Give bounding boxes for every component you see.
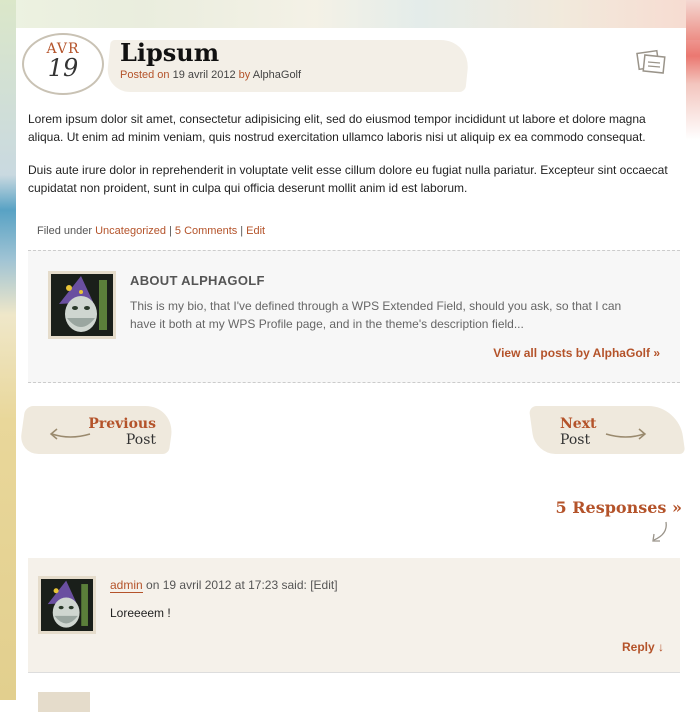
post-content: Lorem ipsum dolor sit amet, consectetur …: [28, 110, 678, 212]
wizard-avatar-icon: [51, 274, 113, 336]
posted-on-label: Posted on: [120, 69, 170, 81]
post-meta: Posted on 19 avril 2012 by AlphaGolf: [120, 69, 301, 81]
date-day: 19: [47, 54, 79, 82]
comment-edit-link[interactable]: [Edit]: [310, 578, 337, 592]
comment-item: admin on 19 avril 2012 at 17:23 said: [E…: [28, 558, 680, 673]
comment-text: Loreeeem !: [110, 606, 171, 620]
separator: |: [240, 225, 244, 237]
post-title[interactable]: Lipsum: [120, 38, 219, 67]
edit-link[interactable]: Edit: [246, 225, 265, 237]
post-author-link[interactable]: AlphaGolf: [253, 69, 301, 81]
category-link[interactable]: Uncategorized: [95, 225, 166, 237]
filed-under-label: Filed under: [37, 225, 93, 237]
author-bio: This is my bio, that I've defined throug…: [130, 299, 622, 331]
author-box: ABOUT ALPHAGOLF This is my bio, that I'v…: [28, 250, 680, 383]
comment-on-label: on: [146, 578, 160, 592]
author-box-title: ABOUT ALPHAGOLF: [130, 273, 265, 288]
by-label: by: [238, 69, 251, 81]
post-footer-meta: Filed under Uncategorized | 5 Comments | Edi…: [37, 225, 265, 237]
wizard-avatar-icon: [41, 579, 93, 631]
comment-avatar: [38, 692, 90, 712]
decorative-paint-right: [686, 0, 700, 140]
post-paragraph: Duis aute irure dolor in reprehenderit i…: [28, 163, 668, 195]
comment-said-label: said:: [281, 578, 307, 592]
date-badge: AVR 19: [22, 33, 104, 95]
comment-item-partial: [28, 684, 680, 712]
curved-arrow-down-icon: [652, 521, 667, 542]
separator: |: [169, 225, 172, 237]
arrow-right-icon: [605, 428, 647, 440]
view-all-posts-link[interactable]: View all posts by AlphaGolf »: [493, 346, 660, 360]
decorative-paint-left: [0, 0, 16, 700]
author-avatar: [48, 271, 116, 339]
post-paragraph: Lorem ipsum dolor sit amet, consectetur …: [28, 112, 646, 144]
comment-datetime[interactable]: 19 avril 2012 at 17:23: [163, 578, 278, 592]
post-date[interactable]: 19 avril 2012: [173, 69, 236, 81]
responses-heading[interactable]: 5 Responses »: [556, 498, 682, 517]
gallery-icon[interactable]: [636, 48, 668, 76]
reply-button[interactable]: Reply ↓: [622, 640, 664, 654]
comment-author-link[interactable]: admin: [110, 578, 143, 593]
comment-meta: admin on 19 avril 2012 at 17:23 said: [E…: [110, 578, 338, 593]
comments-link[interactable]: 5 Comments: [175, 225, 237, 237]
comment-avatar: [38, 576, 96, 634]
arrow-left-icon: [49, 428, 91, 440]
